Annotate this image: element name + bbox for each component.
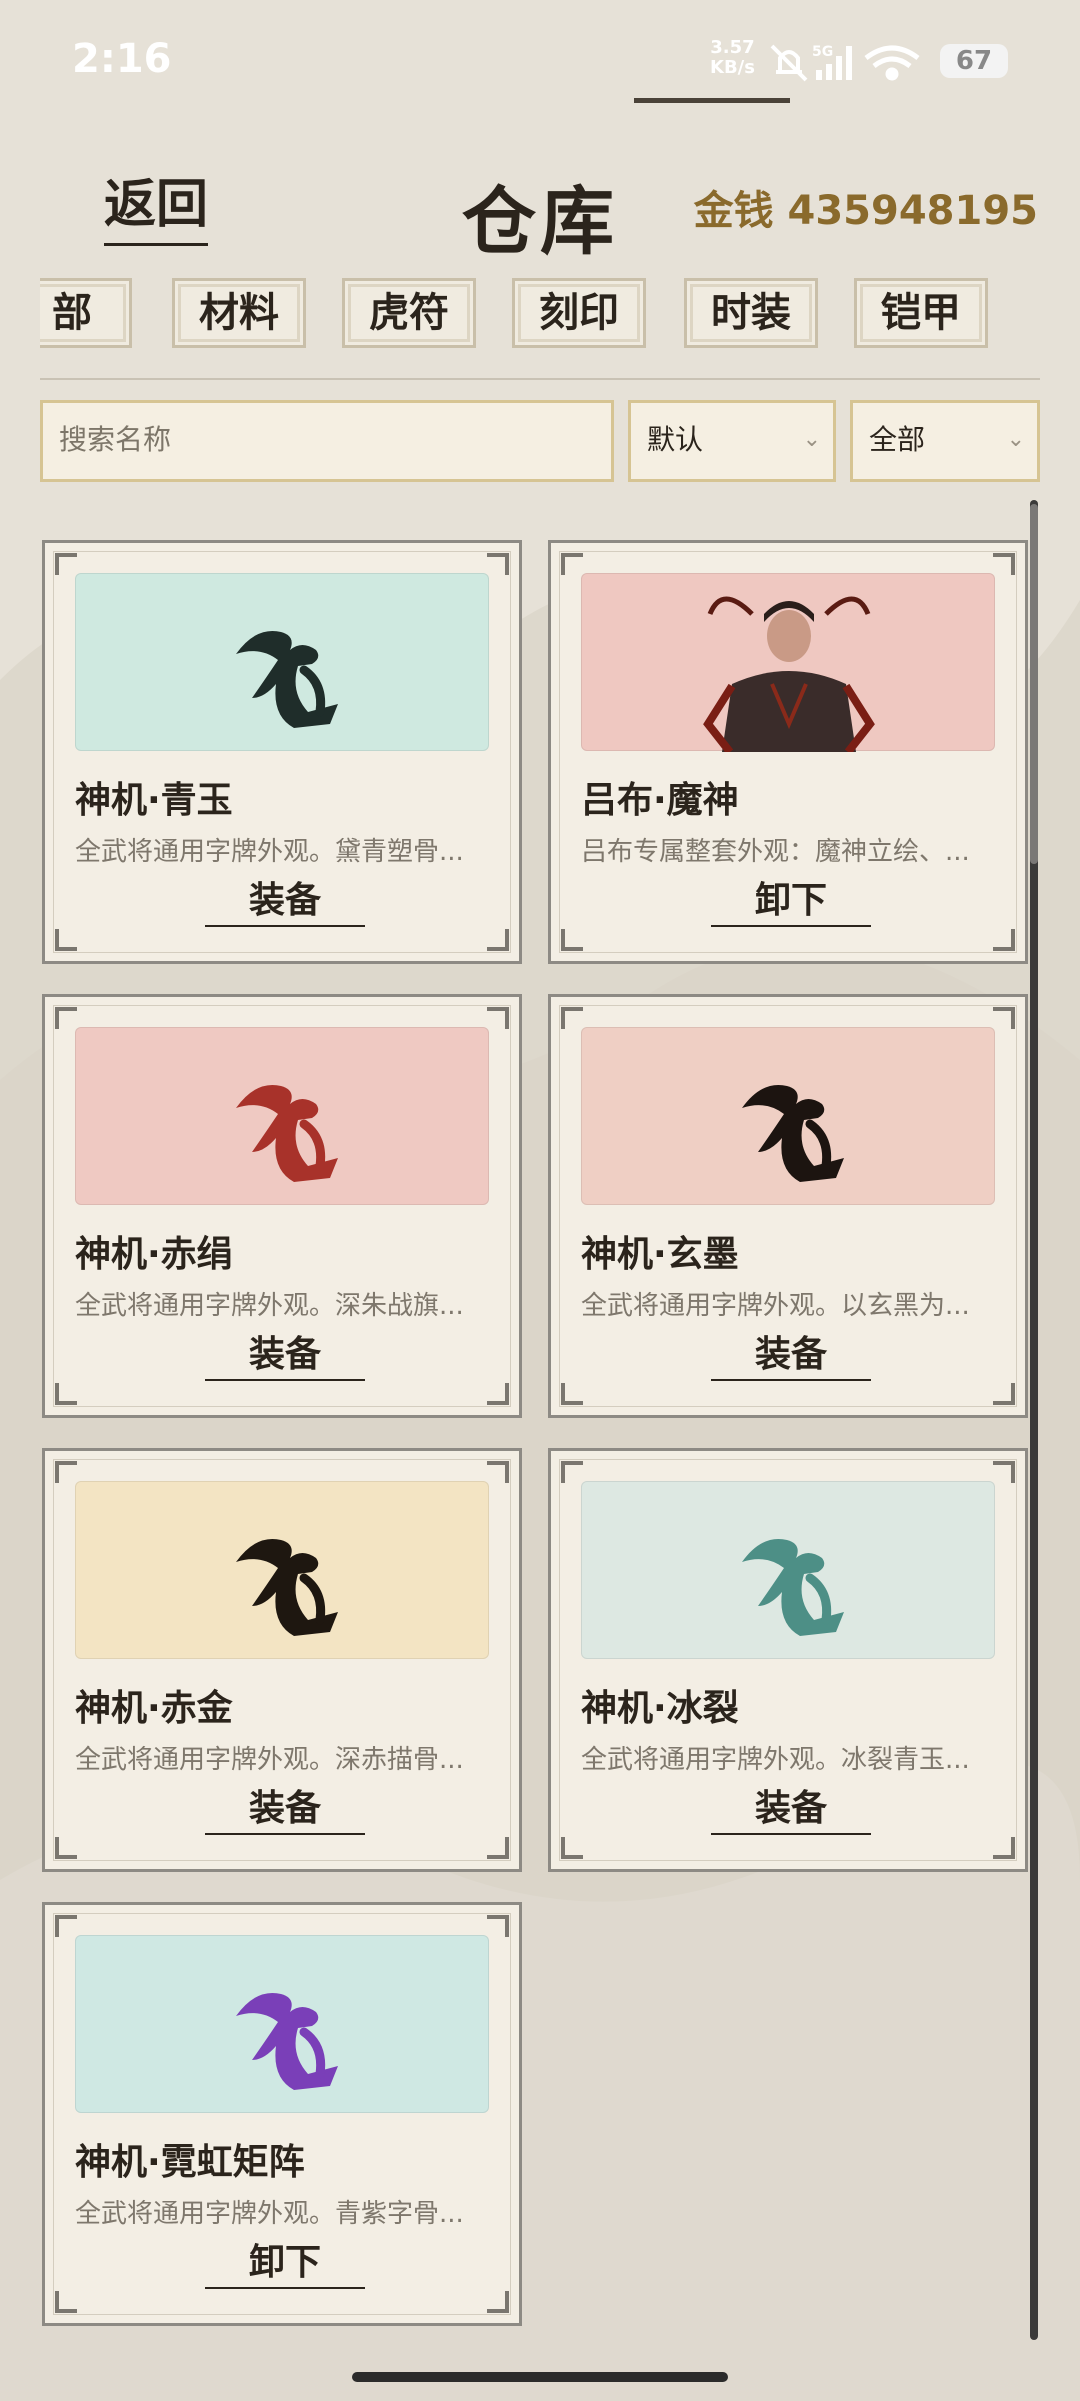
category-tabs: 部 材料 虎符 刻印 时装 铠甲: [40, 274, 1040, 384]
card-corner: [561, 1461, 583, 1483]
item-thumbnail: [75, 1935, 489, 2113]
equip-button[interactable]: 装备: [711, 1333, 871, 1381]
fei-glyph-icon: [236, 1084, 338, 1182]
item-thumbnail: [75, 573, 489, 751]
item-card[interactable]: 神机·冰裂全武将通用字牌外观。冰裂青玉... 装备: [548, 1448, 1028, 1872]
item-name: 神机·赤金: [75, 1688, 233, 1729]
item-card[interactable]: 神机·玄墨全武将通用字牌外观。以玄黑为... 装备: [548, 994, 1028, 1418]
battery-indicator: 67: [940, 44, 1008, 78]
tab-tiger-tally[interactable]: 虎符: [342, 278, 476, 348]
clock: 2:16: [72, 36, 172, 82]
gold-label: 金钱: [693, 188, 774, 234]
card-corner: [561, 1007, 583, 1029]
item-card[interactable]: 神机·赤金全武将通用字牌外观。深赤描骨... 装备: [42, 1448, 522, 1872]
fei-glyph-icon: [236, 630, 338, 728]
item-card[interactable]: 神机·赤绢全武将通用字牌外观。深朱战旗... 装备: [42, 994, 522, 1418]
mute-bell-icon: [770, 44, 808, 82]
equip-button[interactable]: 装备: [205, 879, 365, 927]
item-description: 全武将通用字牌外观。黛青塑骨...: [75, 837, 464, 867]
card-corner: [993, 929, 1015, 951]
wifi-icon: [864, 45, 920, 81]
scrollbar-thumb[interactable]: [1030, 504, 1038, 864]
sort-select[interactable]: 默认 ⌄: [628, 400, 836, 482]
item-thumbnail: [581, 573, 995, 752]
card-corner: [993, 1383, 1015, 1405]
item-name: 吕布·魔神: [581, 780, 739, 821]
card-corner: [55, 1007, 77, 1029]
card-corner: [55, 1461, 77, 1483]
tab-divider: [40, 378, 1040, 380]
home-indicator[interactable]: [352, 2372, 728, 2382]
card-corner: [55, 553, 77, 575]
item-description: 全武将通用字牌外观。以玄黑为...: [581, 1291, 970, 1321]
item-thumbnail: [75, 1481, 489, 1659]
card-corner: [993, 1837, 1015, 1859]
item-thumbnail: [581, 1027, 995, 1205]
item-card[interactable]: 神机·青玉全武将通用字牌外观。黛青塑骨... 装备: [42, 540, 522, 964]
tab-costume[interactable]: 时装: [684, 278, 818, 348]
card-corner: [55, 1915, 77, 1937]
fei-glyph-icon: [236, 1538, 338, 1636]
item-description: 全武将通用字牌外观。深朱战旗...: [75, 1291, 464, 1321]
chevron-down-icon: ⌄: [802, 427, 821, 452]
item-card[interactable]: 吕布·魔神吕布专属整套外观：魔神立绘、... 卸下: [548, 540, 1028, 964]
unequip-button[interactable]: 卸下: [711, 879, 871, 927]
network-speed: 3.57 KB/s: [710, 37, 755, 78]
card-corner: [993, 553, 1015, 575]
tab-seal[interactable]: 刻印: [512, 278, 646, 348]
item-description: 吕布专属整套外观：魔神立绘、...: [581, 837, 970, 867]
type-select-value: 全部: [869, 423, 926, 456]
card-corner: [993, 1007, 1015, 1029]
fei-glyph-icon: [742, 1084, 844, 1182]
card-corner: [487, 1383, 509, 1405]
card-corner: [55, 1383, 77, 1405]
card-corner: [561, 929, 583, 951]
status-bar: 2:16 3.57 KB/s 5G 67: [0, 0, 1080, 120]
item-description: 全武将通用字牌外观。深赤描骨...: [75, 1745, 464, 1775]
unequip-button[interactable]: 卸下: [205, 2241, 365, 2289]
gold-balance: 金钱 435948195: [694, 178, 1038, 236]
search-input[interactable]: 搜索名称: [40, 400, 614, 482]
type-select[interactable]: 全部 ⌄: [850, 400, 1040, 482]
card-corner: [487, 1837, 509, 1859]
card-corner: [561, 553, 583, 575]
card-corner: [993, 1461, 1015, 1483]
fei-glyph-icon: [236, 1992, 338, 2090]
item-name: 神机·冰裂: [581, 1688, 739, 1729]
card-corner: [487, 1461, 509, 1483]
signal-5g-label: 5G: [812, 44, 833, 60]
item-name: 神机·玄墨: [581, 1234, 739, 1275]
card-corner: [487, 2291, 509, 2313]
item-name: 神机·青玉: [75, 780, 233, 821]
equip-button[interactable]: 装备: [205, 1333, 365, 1381]
item-name: 神机·霓虹矩阵: [75, 2142, 305, 2183]
tab-all-partial[interactable]: 部: [40, 278, 132, 348]
card-corner: [487, 929, 509, 951]
card-corner: [561, 1837, 583, 1859]
equip-button[interactable]: 装备: [205, 1787, 365, 1835]
item-description: 全武将通用字牌外观。青紫字骨...: [75, 2199, 464, 2229]
card-corner: [487, 553, 509, 575]
item-name: 神机·赤绢: [75, 1234, 233, 1275]
tab-materials[interactable]: 材料: [172, 278, 306, 348]
item-description: 全武将通用字牌外观。冰裂青玉...: [581, 1745, 970, 1775]
card-corner: [487, 1007, 509, 1029]
card-corner: [487, 1915, 509, 1937]
card-corner: [55, 2291, 77, 2313]
card-corner: [55, 929, 77, 951]
warrior-portrait-icon: [703, 596, 875, 752]
equip-button[interactable]: 装备: [711, 1787, 871, 1835]
gold-value: 435948195: [787, 188, 1039, 234]
card-corner: [55, 1837, 77, 1859]
tab-armor[interactable]: 铠甲: [854, 278, 988, 348]
fei-glyph-icon: [742, 1538, 844, 1636]
item-card[interactable]: 神机·霓虹矩阵全武将通用字牌外观。青紫字骨... 卸下: [42, 1902, 522, 2326]
card-corner: [561, 1383, 583, 1405]
item-thumbnail: [581, 1481, 995, 1659]
item-thumbnail: [75, 1027, 489, 1205]
chevron-down-icon: ⌄: [1006, 427, 1025, 452]
sort-select-value: 默认: [647, 423, 704, 456]
